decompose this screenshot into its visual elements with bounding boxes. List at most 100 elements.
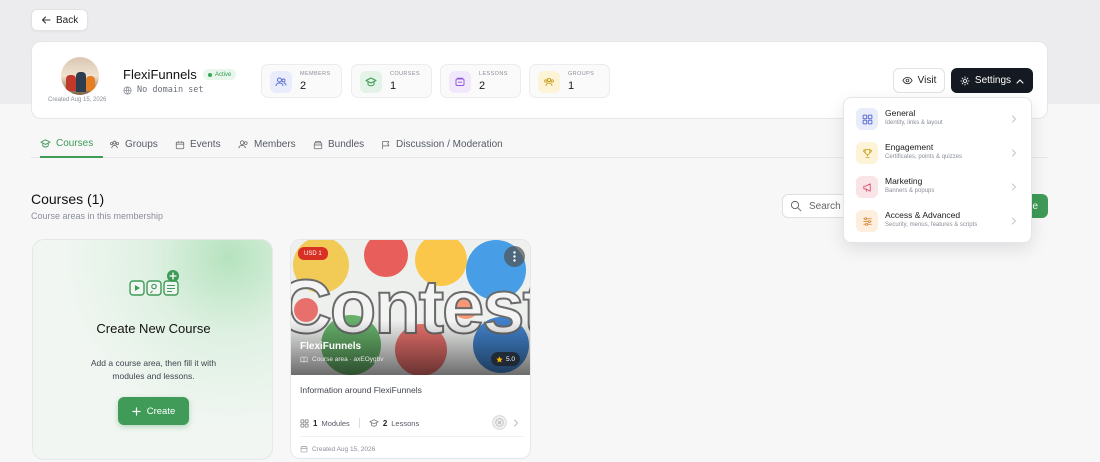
stat-value: 2 [479, 80, 486, 92]
visit-label: Visit [917, 75, 937, 86]
chevron-right-icon[interactable] [513, 419, 519, 427]
course-cover-image: Contest USD 1 FlexiFunnels Course area ·… [291, 240, 530, 375]
stat-label: MEMBERS [300, 71, 331, 77]
tab-bundles[interactable]: Bundles [313, 131, 364, 158]
chevron-right-icon [1012, 149, 1017, 157]
course-media-icon [129, 270, 179, 296]
settings-item-title: Engagement [885, 142, 934, 152]
create-button[interactable]: Create [118, 397, 189, 425]
stat-value: 1 [568, 80, 575, 92]
book-open-icon [300, 356, 308, 363]
course-card[interactable]: Contest USD 1 FlexiFunnels Course area ·… [290, 239, 531, 459]
membership-name: FlexiFunnels [123, 67, 197, 82]
visit-button[interactable]: Visit [893, 68, 945, 93]
settings-item-marketing[interactable]: Marketing Banners & popups [844, 170, 1033, 204]
rating-badge: 5.0 [491, 352, 521, 366]
sliders-icon [856, 210, 878, 232]
search-icon [790, 200, 802, 212]
graduation-cap-icon [369, 419, 379, 427]
stat-value: 1 [390, 80, 397, 92]
settings-item-subtitle: Security, menus, features & scripts [885, 222, 978, 228]
course-meta-right [492, 415, 519, 430]
settings-item-title: Access & Advanced [885, 210, 961, 220]
star-icon [496, 355, 503, 362]
tab-courses[interactable]: Courses [40, 131, 104, 158]
group-icon [538, 71, 560, 93]
tab-events[interactable]: Events [175, 131, 221, 158]
calendar-icon [175, 140, 185, 149]
tab-groups[interactable]: Groups [109, 131, 158, 158]
chevron-right-icon [1012, 217, 1017, 225]
header-created-date: Created Aug 15, 2026 [48, 97, 107, 103]
stat-label: GROUPS [568, 71, 595, 77]
section-title: Courses (1) [31, 191, 105, 207]
stat-groups: GROUPS 1 [529, 64, 610, 98]
settings-item-subtitle: Certificates, points & quizzes [885, 154, 963, 160]
settings-item-title: Marketing [885, 176, 923, 186]
tab-label: Groups [125, 139, 158, 150]
settings-label: Settings [974, 75, 1012, 86]
users-icon [270, 71, 292, 93]
stat-members: MEMBERS 2 [261, 64, 342, 98]
author-avatar-icon [492, 415, 507, 430]
calendar-icon [300, 446, 308, 453]
kebab-icon [513, 251, 516, 262]
settings-dropdown: General Identity, links & layout Engagem… [843, 97, 1032, 243]
course-description: Information around FlexiFunnels [300, 385, 422, 395]
section-subtitle: Course areas in this membership [31, 211, 164, 221]
course-meta-row: 1 Modules 2 Lessons [300, 418, 419, 428]
lessons-label: Lessons [391, 418, 420, 428]
course-subtitle: Course area · axEOygbv [312, 356, 384, 363]
domain-line: No domain set [123, 85, 204, 95]
trophy-icon [856, 142, 878, 164]
tab-label: Bundles [328, 139, 365, 150]
stat-label: COURSES [390, 71, 420, 77]
stat-lessons: LESSONS 2 [440, 64, 521, 98]
tab-members[interactable]: Members [238, 131, 296, 158]
chevron-up-icon [1016, 78, 1024, 84]
price-badge: USD 1 [298, 247, 328, 260]
graduation-cap-icon [360, 71, 382, 93]
settings-item-title: General [885, 108, 916, 118]
status-dot-icon [208, 72, 212, 77]
settings-item-access-advanced[interactable]: Access & Advanced Security, menus, featu… [844, 204, 1033, 238]
modules-grid-icon [300, 419, 309, 427]
settings-item-engagement[interactable]: Engagement Certificates, points & quizze… [844, 136, 1033, 170]
create-course-card[interactable]: Create New Course Add a course area, the… [32, 239, 273, 460]
settings-item-subtitle: Banners & popups [885, 188, 935, 194]
plus-icon [132, 406, 141, 416]
course-subtitle-row: Course area · axEOygbv [300, 356, 384, 363]
rating-value: 5.0 [506, 355, 516, 363]
settings-item-general[interactable]: General Identity, links & layout [844, 102, 1033, 136]
course-created-date: Created Aug 15, 2026 [312, 445, 376, 453]
course-title: FlexiFunnels [300, 341, 362, 352]
domain-text: No domain set [137, 85, 204, 95]
create-button-label: Create [146, 405, 176, 417]
chevron-right-icon [1012, 183, 1017, 191]
settings-button[interactable]: Settings [951, 68, 1033, 93]
stat-value: 2 [300, 80, 307, 92]
modules-label: Modules [321, 418, 350, 428]
tab-label: Members [254, 139, 296, 150]
tab-discussion[interactable]: Discussion / Moderation [381, 131, 503, 158]
more-options-button[interactable] [504, 246, 525, 267]
flag-icon [382, 140, 390, 149]
card-divider [300, 436, 523, 437]
graduation-cap-icon [40, 139, 51, 148]
create-card-title: Create New Course [96, 321, 211, 336]
book-icon [449, 71, 471, 93]
tab-label: Events [190, 139, 221, 150]
add-course-label: e [1032, 200, 1038, 212]
megaphone-icon [856, 176, 878, 198]
course-created-row: Created Aug 15, 2026 [300, 445, 375, 453]
status-badge: Active [203, 69, 237, 80]
back-button[interactable]: Back [31, 9, 89, 31]
group-icon [110, 140, 119, 149]
stat-label: LESSONS [479, 71, 508, 77]
eye-icon [902, 76, 913, 85]
status-label: Active [215, 71, 232, 78]
settings-item-subtitle: Identity, links & layout [885, 120, 943, 126]
users-icon [238, 140, 248, 149]
back-label: Back [56, 14, 79, 26]
stat-courses: COURSES 1 [351, 64, 432, 98]
